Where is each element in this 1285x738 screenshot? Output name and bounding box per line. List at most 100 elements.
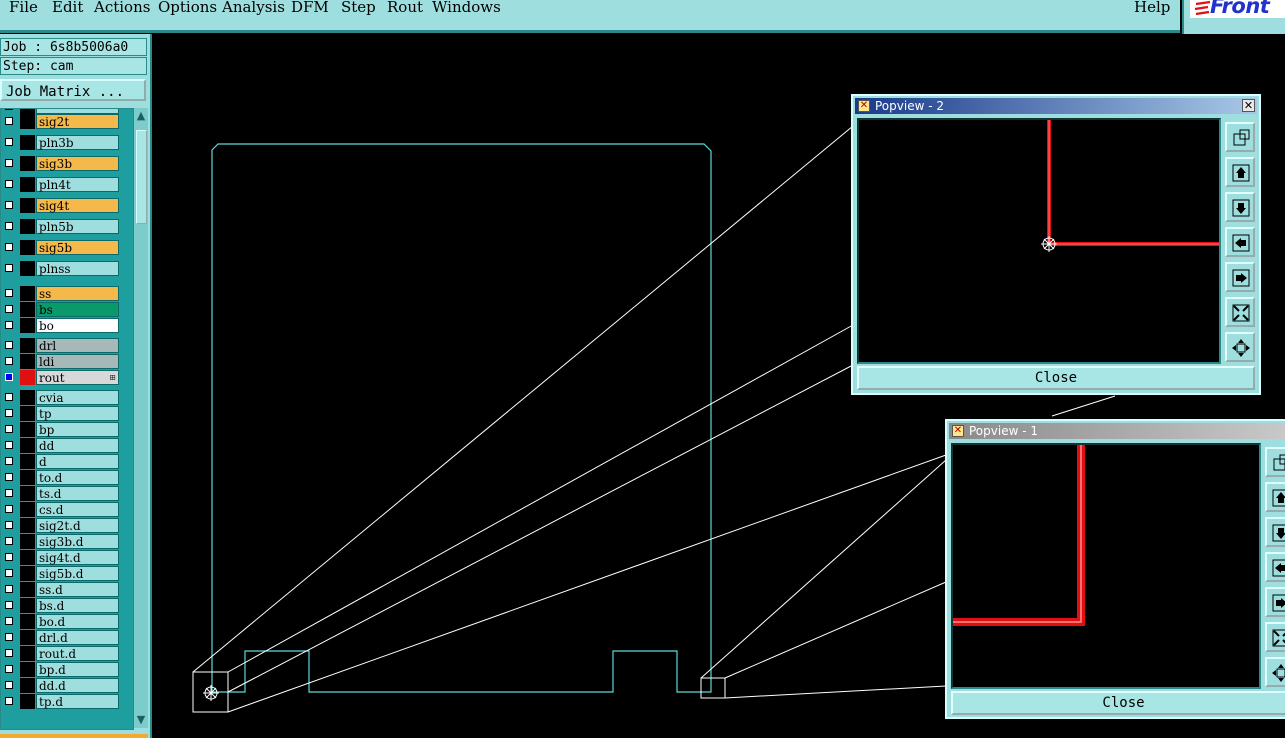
layer-row-ss[interactable]: ss xyxy=(1,286,123,301)
layer-checkbox[interactable] xyxy=(5,537,13,545)
layer-row-tp[interactable]: tp xyxy=(1,406,123,421)
layer-row-d[interactable]: d xyxy=(1,454,123,469)
scroll-up-arrow-icon[interactable]: ▲ xyxy=(135,110,147,122)
menu-help[interactable]: Help xyxy=(1134,0,1170,16)
layer-row-drl-d[interactable]: drl.d xyxy=(1,630,123,645)
layer-name[interactable]: sig5b.d xyxy=(36,566,119,581)
layer-checkbox[interactable] xyxy=(5,505,13,513)
layer-checkbox[interactable] xyxy=(5,305,13,313)
layer-row-bp-d[interactable]: bp.d xyxy=(1,662,123,677)
menu-dfm[interactable]: DFM xyxy=(291,0,329,16)
layer-checkbox[interactable] xyxy=(5,180,13,188)
zoom-in-icon[interactable] xyxy=(1225,332,1255,362)
zoom-fit-icon[interactable] xyxy=(1265,447,1285,477)
layer-name[interactable]: bs xyxy=(36,302,119,317)
layer-row-ss-d[interactable]: ss.d xyxy=(1,582,123,597)
layer-row-ldi[interactable]: ldi xyxy=(1,354,123,369)
menu-edit[interactable]: Edit xyxy=(52,0,83,16)
menu-options[interactable]: Options xyxy=(158,0,217,16)
menu-analysis[interactable]: Analysis xyxy=(222,0,285,16)
pan-right-icon[interactable] xyxy=(1225,262,1255,292)
layer-row-sig3b-d[interactable]: sig3b.d xyxy=(1,534,123,549)
layer-expand-icon[interactable]: ⊞ xyxy=(109,374,116,382)
layer-row-sig3b[interactable]: sig3b xyxy=(1,156,123,171)
popview-1-view[interactable] xyxy=(951,443,1261,689)
layer-checkbox[interactable] xyxy=(5,264,13,272)
scroll-thumb[interactable] xyxy=(136,130,147,224)
layer-row-ts-d[interactable]: ts.d xyxy=(1,486,123,501)
popview-2-titlebar[interactable]: ✕ Popview - 2 ✕ xyxy=(855,98,1257,114)
layer-name[interactable]: tp xyxy=(36,406,119,421)
layer-checkbox[interactable] xyxy=(5,489,13,497)
layer-checkbox[interactable] xyxy=(5,159,13,167)
menu-windows[interactable]: Windows xyxy=(432,0,501,16)
layer-row-sig4t[interactable]: sig4t xyxy=(1,198,123,213)
layer-row-sig5b[interactable]: sig5b xyxy=(1,240,123,255)
layer-row-pln4t[interactable]: pln4t xyxy=(1,177,123,192)
layer-name[interactable]: tp.d xyxy=(36,694,119,709)
layer-name[interactable]: cs.d xyxy=(36,502,119,517)
layer-checkbox[interactable] xyxy=(5,601,13,609)
layer-row-bp[interactable]: bp xyxy=(1,422,123,437)
layer-name[interactable]: pln3b xyxy=(36,135,119,150)
layer-checkbox[interactable] xyxy=(5,373,13,381)
layer-name[interactable]: pln5b xyxy=(36,219,119,234)
layer-row-to-d[interactable]: to.d xyxy=(1,470,123,485)
layer-name[interactable]: ss.d xyxy=(36,582,119,597)
layer-checkbox[interactable] xyxy=(5,289,13,297)
layer-row-sig5b-d[interactable]: sig5b.d xyxy=(1,566,123,581)
layer-row-pln3b[interactable]: pln3b xyxy=(1,135,123,150)
layer-checkbox[interactable] xyxy=(5,473,13,481)
layer-checkbox[interactable] xyxy=(5,138,13,146)
popview-1-close-button[interactable]: Close xyxy=(951,691,1285,715)
pan-down-icon[interactable] xyxy=(1225,192,1255,222)
pan-left-icon[interactable] xyxy=(1265,552,1285,582)
layer-name[interactable]: cvia xyxy=(36,390,119,405)
layer-checkbox[interactable] xyxy=(5,243,13,251)
layer-name[interactable]: drl.d xyxy=(36,630,119,645)
popview-1-titlebar[interactable]: ✕ Popview - 1 xyxy=(949,423,1285,439)
popview-2-close-button[interactable]: Close xyxy=(857,366,1255,390)
layer-name[interactable]: d xyxy=(36,454,119,469)
pan-left-icon[interactable] xyxy=(1225,227,1255,257)
layer-row-bs[interactable]: bs xyxy=(1,302,123,317)
job-matrix-button[interactable]: Job Matrix ... xyxy=(0,79,146,101)
layer-checkbox[interactable] xyxy=(5,569,13,577)
layer-row-bs-d[interactable]: bs.d xyxy=(1,598,123,613)
menu-actions[interactable]: Actions xyxy=(94,0,150,16)
layer-name[interactable]: bp.d xyxy=(36,662,119,677)
layer-name[interactable]: sig5b xyxy=(36,240,119,255)
zoom-in-icon[interactable] xyxy=(1265,657,1285,687)
scroll-down-arrow-icon[interactable]: ▼ xyxy=(135,714,147,726)
layer-scrollbar[interactable]: ▲ ▼ xyxy=(133,108,148,728)
layer-row-dd-d[interactable]: dd.d xyxy=(1,678,123,693)
layer-checkbox[interactable] xyxy=(5,553,13,561)
close-icon[interactable]: ✕ xyxy=(1242,99,1255,112)
layer-name[interactable]: dd xyxy=(36,438,119,453)
layer-name[interactable]: sig3b xyxy=(36,156,119,171)
layer-name[interactable]: sig3b.d xyxy=(36,534,119,549)
pan-up-icon[interactable] xyxy=(1265,482,1285,512)
layer-checkbox[interactable] xyxy=(5,393,13,401)
layer-name[interactable]: sig4t.d xyxy=(36,550,119,565)
layer-name[interactable]: bs.d xyxy=(36,598,119,613)
layer-name[interactable]: to.d xyxy=(36,470,119,485)
layer-checkbox[interactable] xyxy=(5,117,13,125)
layer-checkbox[interactable] xyxy=(5,441,13,449)
layer-name[interactable]: bo xyxy=(36,318,119,333)
layer-name[interactable]: sig2t.d xyxy=(36,518,119,533)
layer-name[interactable]: sig4t xyxy=(36,198,119,213)
layer-row-sig4t-d[interactable]: sig4t.d xyxy=(1,550,123,565)
layer-row-cs-d[interactable]: cs.d xyxy=(1,502,123,517)
zoom-out-icon[interactable] xyxy=(1225,297,1255,327)
layer-name[interactable]: plnss xyxy=(36,261,119,276)
pan-up-icon[interactable] xyxy=(1225,157,1255,187)
menu-step[interactable]: Step xyxy=(341,0,376,16)
layer-row-bo-d[interactable]: bo.d xyxy=(1,614,123,629)
layer-checkbox[interactable] xyxy=(5,521,13,529)
layer-checkbox[interactable] xyxy=(5,109,13,110)
layer-row-sig2t[interactable]: sig2t xyxy=(1,114,123,129)
layer-name[interactable]: ldi xyxy=(36,354,119,369)
pan-right-icon[interactable] xyxy=(1265,587,1285,617)
layer-checkbox[interactable] xyxy=(5,425,13,433)
